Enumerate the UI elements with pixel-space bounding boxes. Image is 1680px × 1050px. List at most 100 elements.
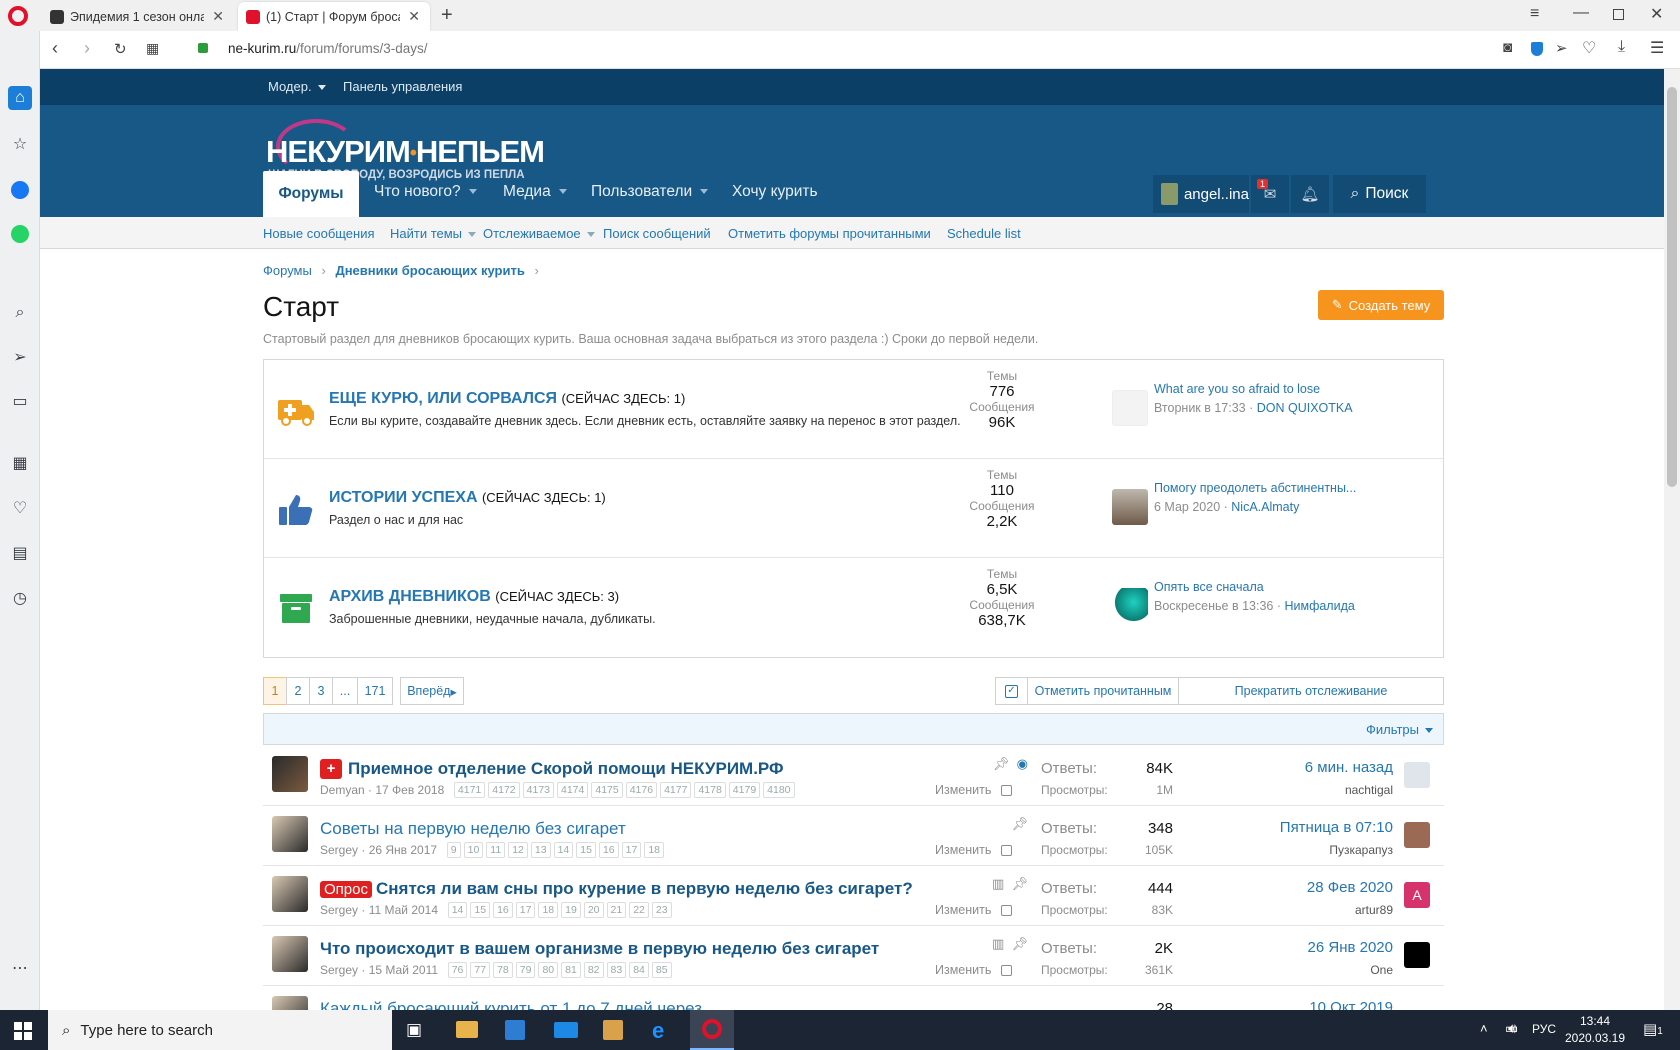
thread-page-link[interactable]: 76 [447, 962, 468, 978]
heart-icon[interactable]: ♡ [8, 496, 32, 520]
tab-users[interactable]: Пользователи [591, 183, 709, 201]
thread-page-link[interactable]: 82 [583, 962, 604, 978]
last-post-link[interactable]: Опять все сначала [1154, 580, 1434, 594]
thread-page-link[interactable]: 78 [493, 962, 513, 978]
thread-page-link[interactable]: 4172 [488, 782, 520, 798]
close-window-button[interactable]: ✕ [1650, 4, 1663, 24]
last-post-user[interactable]: DON QUIXOTKA [1257, 401, 1353, 415]
windows-start-icon[interactable] [14, 1022, 32, 1040]
thread-page-link[interactable]: 17 [515, 902, 536, 918]
select-checkbox[interactable] [1001, 905, 1013, 917]
home-icon[interactable]: ⌂ [8, 86, 32, 110]
thread-page-link[interactable]: 10 [463, 842, 484, 858]
messenger-icon[interactable] [8, 178, 32, 202]
opera-taskbar-icon[interactable] [690, 1010, 734, 1050]
thread-page-link[interactable]: 84 [629, 962, 649, 978]
history-icon[interactable]: ◷ [8, 586, 32, 610]
share-icon[interactable]: ➢ [1555, 39, 1568, 57]
last-post-time[interactable]: 6 мин. назад [1183, 759, 1393, 776]
apps-grid-icon[interactable]: ▦ [8, 451, 32, 475]
tab-forums[interactable]: Форумы [263, 171, 359, 217]
thread-page-link[interactable]: 18 [538, 902, 559, 918]
admin-panel-link[interactable]: Панель управления [343, 79, 462, 94]
page-1[interactable]: 1 [263, 677, 287, 705]
last-poster-avatar[interactable]: A [1404, 882, 1430, 908]
mark-read-checkbox[interactable]: ✓ [995, 677, 1028, 705]
thread-page-link[interactable]: 11 [486, 842, 506, 858]
thread-page-link[interactable]: 79 [515, 962, 536, 978]
opera-menu-icon[interactable] [8, 6, 28, 26]
last-poster-avatar[interactable] [1112, 390, 1148, 426]
subnav-search-posts[interactable]: Поиск сообщений [603, 226, 711, 241]
tray-chevron-icon[interactable]: ˄ [1480, 1021, 1488, 1036]
thread-page-link[interactable]: 12 [508, 842, 528, 858]
scrollbar-thumb[interactable] [1667, 87, 1677, 487]
author-avatar[interactable] [272, 996, 308, 1010]
clock[interactable]: 13:44 2020.03.19 [1562, 1013, 1628, 1047]
last-post-user[interactable]: artur89 [1183, 903, 1393, 917]
last-post-time[interactable]: Пятница в 07:10 [1183, 819, 1393, 836]
subnav-watched[interactable]: Отслеживаемое [483, 226, 595, 241]
last-poster-avatar[interactable] [1404, 762, 1430, 788]
author-avatar[interactable] [272, 816, 308, 852]
thread-page-link[interactable]: 21 [606, 902, 627, 918]
last-post-time[interactable]: 26 Янв 2020 [1183, 939, 1393, 956]
inbox-button[interactable]: ✉ 1 [1251, 175, 1289, 213]
alerts-bell-icon[interactable]: 🔔︎ [1291, 175, 1329, 213]
last-post-link[interactable]: What are you so afraid to lose [1154, 382, 1434, 396]
mark-read-button[interactable]: Отметить прочитанным [1027, 677, 1179, 705]
favorite-heart-icon[interactable]: ♡ [1582, 38, 1596, 58]
thread-title[interactable]: Советы на первую неделю без сигарет [320, 819, 626, 839]
more-icon[interactable]: ⋯ [8, 956, 32, 980]
unwatch-button[interactable]: Прекратить отслеживание [1178, 677, 1444, 705]
breadcrumb-diaries[interactable]: Дневники бросающих курить [335, 263, 524, 278]
tab-epidemia[interactable]: Эпидемия 1 сезон онлайн ✕ [42, 2, 234, 31]
page-next-button[interactable]: Вперёд ▸ [400, 677, 464, 705]
news-icon[interactable]: ▤ [8, 541, 32, 565]
thread-page-link[interactable]: 81 [561, 962, 581, 978]
moder-menu[interactable]: Модер. [268, 79, 326, 94]
page-last[interactable]: 171 [357, 677, 393, 705]
author-avatar[interactable] [272, 756, 308, 792]
last-poster-avatar[interactable] [1404, 942, 1430, 968]
search-icon[interactable]: ⌕ [8, 301, 32, 325]
tab-forum[interactable]: (1) Старт | Форум бросающ ✕ [238, 2, 430, 31]
thread-page-link[interactable]: 17 [621, 842, 642, 858]
volume-icon[interactable]: 🔊︎ [1508, 1020, 1517, 1037]
taskbar-search-box[interactable]: ⌕ Type here to search [48, 1010, 392, 1050]
page-3[interactable]: 3 [309, 677, 333, 705]
new-tab-button[interactable]: + [441, 4, 453, 27]
url-field[interactable]: ne-kurim.ru/forum/forums/3-days/ [228, 41, 428, 56]
tab-whats-new[interactable]: Что нового? [374, 183, 477, 201]
thread-page-link[interactable]: 77 [470, 962, 491, 978]
notification-center-icon[interactable]: ▤1 [1643, 1020, 1663, 1038]
subnav-mark-forums-read[interactable]: Отметить форумы прочитанными [728, 226, 931, 241]
page-2[interactable]: 2 [286, 677, 310, 705]
change-link[interactable]: Изменить [935, 843, 1013, 857]
thread-page-link[interactable]: 20 [583, 902, 604, 918]
thread-page-link[interactable]: 83 [606, 962, 627, 978]
bookmarks-star-icon[interactable]: ☆ [8, 132, 32, 156]
account-menu[interactable]: angel..ina [1153, 175, 1249, 213]
change-link[interactable]: Изменить [935, 783, 1013, 797]
close-tab-icon[interactable]: ✕ [408, 8, 420, 25]
create-thread-button[interactable]: ✎ Создать тему [1318, 290, 1444, 320]
mail-icon[interactable] [554, 1022, 578, 1038]
last-post-link[interactable]: Помогу преодолеть абстинентны... [1154, 481, 1434, 495]
thread-page-link[interactable]: 9 [446, 842, 461, 858]
butterfly-avatar-icon[interactable] [1112, 588, 1148, 624]
select-checkbox[interactable] [1001, 785, 1013, 797]
thread-title[interactable]: Опрос Снятся ли вам сны про курение в пер… [320, 879, 913, 899]
author-avatar[interactable] [272, 876, 308, 912]
thread-page-link[interactable]: 16 [598, 842, 619, 858]
tab-want-smoke[interactable]: Хочу курить [732, 183, 818, 201]
node-title[interactable]: ИСТОРИИ УСПЕХА (СЕЙЧАС ЗДЕСЬ: 1) [329, 489, 606, 507]
task-view-icon[interactable]: ▣ [406, 1020, 422, 1040]
thread-page-link[interactable]: 19 [561, 902, 581, 918]
thread-page-link[interactable]: 18 [644, 842, 665, 858]
send-icon[interactable]: ➢ [8, 345, 32, 369]
subnav-schedule-list[interactable]: Schedule list [947, 226, 1021, 241]
thread-page-link[interactable]: 13 [530, 842, 551, 858]
download-icon[interactable]: ⤓ [1618, 38, 1625, 56]
camera-icon[interactable]: ◙ [1503, 39, 1512, 56]
